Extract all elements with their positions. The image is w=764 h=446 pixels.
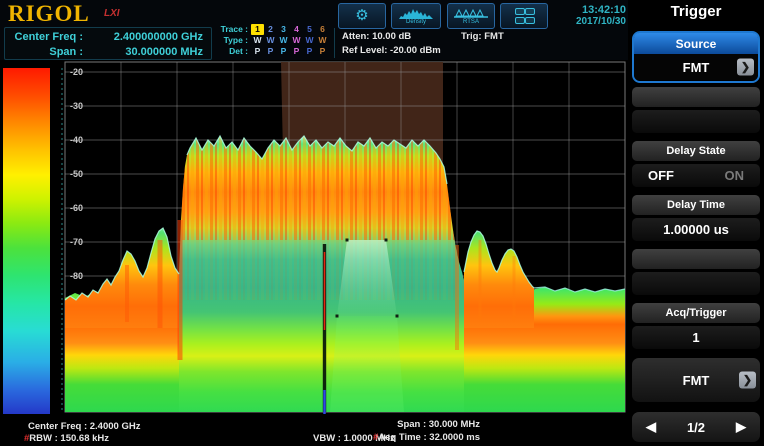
det-2: P bbox=[264, 46, 277, 57]
acq-time-value: Acq Time : 32.0000 ms bbox=[378, 432, 480, 443]
menu-item-delay-time[interactable]: Delay Time 1.00000 us bbox=[632, 193, 760, 243]
trace-2: 2 bbox=[264, 24, 277, 35]
type-1: W bbox=[251, 35, 264, 46]
y-label: -70 bbox=[70, 237, 83, 247]
menu-item-source[interactable]: Source FMT ❯ bbox=[632, 31, 760, 83]
center-freq-label: Center Freq : bbox=[5, 31, 83, 43]
status-rbw: #RBW : 150.68 kHz bbox=[24, 433, 109, 444]
trace-1: 1 bbox=[251, 24, 264, 35]
y-label: -40 bbox=[70, 135, 83, 145]
type-2: W bbox=[264, 35, 277, 46]
source-value: FMT bbox=[683, 60, 710, 75]
menu-item-blank-1 bbox=[632, 85, 760, 135]
status-acq-time: #Acq Time : 32.0000 ms bbox=[373, 432, 480, 443]
trace-5: 5 bbox=[303, 24, 316, 35]
amplitude-readout: Atten: 10.00 dB Ref Level: -20.00 dBm Tr… bbox=[334, 28, 627, 58]
status-span: Span : 30.000 MHz bbox=[397, 419, 480, 430]
clock: 13:42:10 2017/10/30 bbox=[548, 4, 626, 27]
next-page-icon[interactable]: ▶ bbox=[736, 419, 746, 435]
trace-3: 3 bbox=[277, 24, 290, 35]
span-label: Span : bbox=[5, 46, 83, 58]
y-label: -20 bbox=[70, 67, 83, 77]
det-1: P bbox=[251, 46, 264, 57]
plateau-density-streaks bbox=[179, 134, 465, 300]
menu-item-delay-state[interactable]: Delay State OFF ON bbox=[632, 139, 760, 189]
time-value: 13:42:10 bbox=[548, 4, 626, 16]
delay-time-value: 1.00000 us bbox=[632, 218, 760, 241]
type-label: Type : bbox=[214, 35, 248, 46]
trace-label: Trace : bbox=[214, 24, 248, 35]
trace-6: 6 bbox=[316, 24, 329, 35]
date-value: 2017/10/30 bbox=[548, 16, 626, 27]
type-3: W bbox=[277, 35, 290, 46]
layout-grid-icon bbox=[515, 8, 533, 24]
type-6: W bbox=[316, 35, 329, 46]
rtsa-icon bbox=[454, 8, 488, 19]
density-label: Density bbox=[406, 19, 426, 25]
display-layout-button[interactable] bbox=[500, 3, 548, 29]
center-freq-value: 2.400000000 GHz bbox=[83, 31, 211, 43]
prev-page-icon[interactable]: ◀ bbox=[646, 419, 656, 435]
menu-page-nav[interactable]: ◀ 1/2 ▶ bbox=[632, 412, 760, 442]
span-value: 30.000000 MHz bbox=[83, 46, 211, 58]
status-bar: Center Freq : 2.4000 GHz Span : 30.000 M… bbox=[0, 414, 628, 446]
trig-value: Trig: FMT bbox=[461, 31, 504, 42]
y-label: -50 bbox=[70, 169, 83, 179]
y-label: -80 bbox=[70, 271, 83, 281]
density-icon bbox=[399, 8, 433, 19]
menu-item-fmt[interactable]: FMT ❯ bbox=[632, 355, 760, 405]
det-6: P bbox=[316, 46, 329, 57]
submenu-chevron-icon: ❯ bbox=[737, 59, 754, 76]
y-label: -60 bbox=[70, 203, 83, 213]
fmt-lower-mask-glow bbox=[330, 316, 404, 412]
acq-trigger-label: Acq/Trigger bbox=[632, 303, 760, 323]
rtsa-mode-button[interactable]: RTSA bbox=[447, 3, 495, 29]
rtsa-label: RTSA bbox=[463, 19, 479, 25]
menu-item-blank-2 bbox=[632, 247, 760, 297]
atten-value: Atten: 10.00 dB bbox=[342, 31, 411, 42]
header-bar: RIGOL LXI Center Freq : 2.400000000 GHz … bbox=[0, 0, 628, 61]
det-label: Det : bbox=[214, 46, 248, 57]
density-mode-button[interactable]: Density bbox=[391, 3, 441, 29]
status-center-freq: Center Freq : 2.4000 GHz bbox=[28, 421, 140, 432]
delay-state-on: ON bbox=[725, 168, 745, 183]
rbw-value: RBW : 150.68 kHz bbox=[29, 433, 109, 444]
fmt-label: FMT bbox=[683, 373, 710, 388]
type-4: W bbox=[290, 35, 303, 46]
page-indicator: 1/2 bbox=[687, 420, 705, 435]
density-spectrum-plot: -20 -30 -40 -50 -60 -70 -80 bbox=[0, 60, 630, 414]
det-5: P bbox=[303, 46, 316, 57]
softkey-menu-panel: Trigger Source FMT ❯ Delay State OFF ON … bbox=[628, 0, 764, 446]
source-label: Source bbox=[634, 33, 758, 54]
y-label: -30 bbox=[70, 101, 83, 111]
menu-item-acq-trigger[interactable]: Acq/Trigger 1 bbox=[632, 301, 760, 351]
gear-icon: ⚙ bbox=[355, 8, 368, 24]
rigol-logo: RIGOL bbox=[8, 1, 90, 27]
det-4: P bbox=[290, 46, 303, 57]
spectrum-analyzer-screen: RIGOL LXI Center Freq : 2.400000000 GHz … bbox=[0, 0, 764, 446]
trace-info: Trace : 1 2 3 4 5 6 Type : W W W W W W D… bbox=[214, 24, 334, 58]
delay-state-label: Delay State bbox=[632, 141, 760, 161]
settings-button[interactable]: ⚙ bbox=[338, 3, 386, 29]
det-3: P bbox=[277, 46, 290, 57]
ref-level-value: Ref Level: -20.00 dBm bbox=[342, 45, 441, 56]
delay-time-label: Delay Time bbox=[632, 195, 760, 215]
acq-trigger-value: 1 bbox=[632, 326, 760, 349]
menu-title: Trigger bbox=[628, 3, 764, 20]
type-5: W bbox=[303, 35, 316, 46]
trace-4: 4 bbox=[290, 24, 303, 35]
freq-span-readout: Center Freq : 2.400000000 GHz Span : 30.… bbox=[4, 27, 212, 60]
density-colorbar bbox=[3, 68, 50, 414]
delay-state-off: OFF bbox=[648, 168, 674, 183]
submenu-chevron-icon: ❯ bbox=[739, 372, 756, 389]
lxi-badge: LXI bbox=[104, 8, 120, 19]
